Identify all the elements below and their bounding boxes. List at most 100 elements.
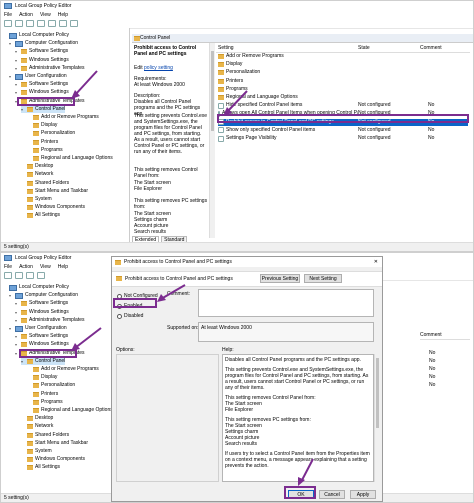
tree-item[interactable]: All Settings (21, 464, 60, 471)
tree-item[interactable]: ▾ Control Panel (21, 105, 66, 113)
cancel-button[interactable]: Cancel (319, 490, 345, 499)
settings-row[interactable]: Display (218, 61, 468, 68)
chevron-icon[interactable]: ▾ (21, 358, 25, 365)
tree-item[interactable]: ▾ Windows Settings (15, 57, 69, 64)
tree-item[interactable]: ▾ Administrative Templates (15, 317, 85, 324)
tree-item[interactable]: Printers (27, 139, 58, 146)
tree-item[interactable]: Add or Remove Programs (27, 114, 99, 121)
apply-button[interactable]: Apply (350, 490, 376, 499)
tree-item[interactable]: Local Computer Policy (3, 32, 69, 39)
back-icon[interactable] (4, 272, 12, 279)
chevron-icon[interactable]: ▾ (15, 89, 19, 96)
menu-file[interactable]: File (4, 264, 12, 270)
tree-item[interactable]: Personalization (27, 382, 75, 389)
column-header-setting[interactable]: Setting (216, 44, 358, 53)
chevron-icon[interactable]: ▾ (15, 48, 19, 55)
tree-item[interactable]: Regional and Language Options (27, 407, 113, 414)
tree-item[interactable]: ▾ Computer Configuration (9, 40, 78, 47)
radio-disabled-circle[interactable] (117, 313, 122, 319)
filter-icon[interactable] (70, 20, 78, 27)
settings-row[interactable]: Personalization (218, 69, 468, 76)
help-scrollbar[interactable] (374, 354, 380, 482)
settings-row[interactable]: Settings Page Visibility Not configured No (218, 135, 468, 142)
show-hide-tree-icon[interactable] (37, 272, 45, 279)
tree-item[interactable]: ▾ Windows Settings (15, 89, 69, 96)
tree-item[interactable]: Programs (27, 399, 63, 406)
settings-row[interactable]: Programs (218, 86, 468, 93)
tree-item[interactable]: Start Menu and Taskbar (21, 188, 88, 195)
menu-help[interactable]: Help (58, 12, 68, 18)
tree-item[interactable]: Local Computer Policy (3, 284, 69, 291)
help-icon[interactable] (59, 20, 67, 27)
tree-item[interactable]: ▾ Administrative Templates (15, 65, 85, 72)
tree-item[interactable]: Shared Folders (21, 180, 69, 187)
tree-item[interactable]: System (21, 448, 52, 455)
chevron-icon[interactable]: ▾ (9, 325, 13, 332)
chevron-icon[interactable]: ▾ (21, 106, 25, 113)
tree-item[interactable]: ▾ Software Settings (15, 48, 68, 55)
tree-item[interactable]: Shared Folders (21, 432, 69, 439)
chevron-icon[interactable]: ▾ (15, 57, 19, 64)
show-hide-tree-icon[interactable] (37, 20, 45, 27)
chevron-icon[interactable]: ▾ (15, 65, 19, 72)
export-icon[interactable] (48, 20, 56, 27)
column-header-comment[interactable]: Comment (420, 331, 470, 340)
tree-item[interactable]: Desktop (21, 163, 53, 170)
chevron-icon[interactable]: ▾ (15, 300, 19, 307)
tree-item[interactable]: System (21, 196, 52, 203)
tree-item[interactable]: ▾ Software Settings (15, 300, 68, 307)
dialog-close-icon[interactable]: ✕ (374, 259, 378, 265)
tree-item[interactable]: ▾ User Configuration (9, 73, 67, 80)
menu-action[interactable]: Action (19, 264, 33, 270)
tree-item[interactable]: Display (27, 122, 57, 129)
tree-item[interactable]: Printers (27, 391, 58, 398)
tree-item[interactable]: All Settings (21, 212, 60, 219)
chevron-icon[interactable]: ▾ (9, 292, 13, 299)
up-icon[interactable] (26, 20, 34, 27)
description-scroll-thumb[interactable] (211, 51, 214, 131)
tree-item[interactable]: Network (21, 171, 53, 178)
chevron-icon[interactable]: ▾ (15, 317, 19, 324)
previous-setting-button[interactable]: Previous Setting (260, 274, 300, 283)
radio-disabled[interactable]: Disabled (117, 313, 143, 319)
tree-item[interactable]: Add or Remove Programs (27, 366, 99, 373)
column-header-comment[interactable]: Comment (420, 44, 470, 53)
menu-view[interactable]: View (40, 264, 51, 270)
chevron-icon[interactable]: ▾ (15, 341, 19, 348)
menu-file[interactable]: File (4, 12, 12, 18)
up-icon[interactable] (26, 272, 34, 279)
tree-item[interactable]: ▾ Software Settings (15, 333, 68, 340)
forward-icon[interactable] (15, 20, 23, 27)
tree-item[interactable]: ▾ Control Panel (21, 357, 66, 365)
chevron-icon[interactable]: ▾ (9, 73, 13, 80)
chevron-icon[interactable]: ▾ (9, 40, 13, 47)
settings-row[interactable]: Printers (218, 78, 468, 85)
settings-row[interactable]: Add or Remove Programs (218, 53, 468, 60)
description-scrollbar[interactable] (209, 43, 215, 238)
edit-policy-link[interactable]: policy setting (144, 65, 173, 71)
tree-item[interactable]: ▾ Software Settings (15, 81, 68, 88)
settings-row[interactable]: Show only specified Control Panel items N… (218, 127, 468, 134)
menu-view[interactable]: View (40, 12, 51, 18)
tree-item[interactable]: Windows Components (21, 204, 85, 211)
forward-icon[interactable] (15, 272, 23, 279)
tree-item[interactable]: Windows Components (21, 456, 85, 463)
tree-item[interactable]: Display (27, 374, 57, 381)
tree-item[interactable]: Network (21, 423, 53, 430)
comment-textarea[interactable] (198, 289, 374, 317)
tree-item[interactable]: Start Menu and Taskbar (21, 440, 88, 447)
tree-item[interactable]: ▾ Windows Settings (15, 341, 69, 348)
tree-item[interactable]: ▾ Windows Settings (15, 309, 69, 316)
menu-help[interactable]: Help (58, 264, 68, 270)
tree-item[interactable]: ▾ User Configuration (9, 325, 67, 332)
settings-row[interactable]: Regional and Language Options (218, 94, 468, 101)
chevron-icon[interactable]: ▾ (15, 81, 19, 88)
tree-item[interactable]: Desktop (21, 415, 53, 422)
chevron-icon[interactable]: ▾ (15, 333, 19, 340)
column-header-state[interactable]: State (358, 44, 426, 53)
chevron-icon[interactable]: ▾ (15, 309, 19, 316)
settings-row[interactable]: Hide specified Control Panel items Not co… (218, 102, 468, 109)
tree-item[interactable]: ▾ Computer Configuration (9, 292, 78, 299)
menu-action[interactable]: Action (19, 12, 33, 18)
tree-item[interactable]: Personalization (27, 130, 75, 137)
